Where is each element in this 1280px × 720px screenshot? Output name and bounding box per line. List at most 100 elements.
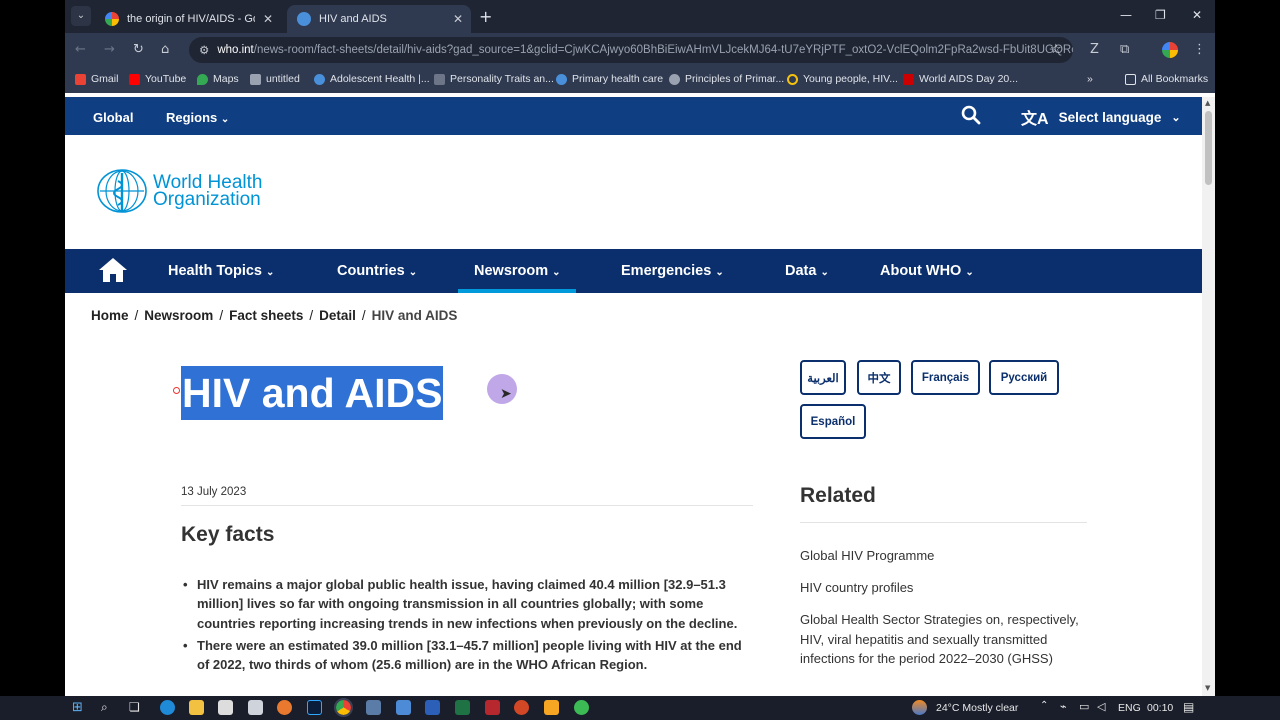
new-tab-plus-icon[interactable]: +: [479, 7, 492, 26]
chrome-icon[interactable]: [334, 698, 353, 717]
tray-chevron-up-icon[interactable]: ⌃: [1040, 700, 1048, 711]
breadcrumb-home[interactable]: Home: [91, 308, 129, 323]
store-icon[interactable]: [218, 700, 233, 715]
bookmark-adolescent-health[interactable]: Adolescent Health |...: [314, 73, 430, 85]
bookmark-untitled[interactable]: untitled: [250, 73, 300, 85]
notifications-icon[interactable]: ▤: [1183, 700, 1194, 714]
excel-icon[interactable]: [455, 700, 470, 715]
bookmark-youtube[interactable]: YouTube: [129, 73, 186, 85]
lang-russian-button[interactable]: Русский: [989, 360, 1059, 395]
chevron-down-icon: ⌄: [965, 267, 974, 278]
who-icon: [314, 73, 325, 85]
display-icon[interactable]: ▭: [1079, 700, 1089, 713]
app-green-icon[interactable]: [574, 700, 589, 715]
monitor-icon[interactable]: [396, 700, 411, 715]
bookmark-personality-traits[interactable]: Personality Traits an...: [434, 73, 554, 85]
all-bookmarks-folder[interactable]: All Bookmarks: [1125, 73, 1208, 85]
back-arrow-icon[interactable]: ←: [75, 42, 86, 57]
bookmark-gmail[interactable]: Gmail: [75, 73, 118, 85]
bookmarks-overflow-icon[interactable]: »: [1087, 73, 1093, 85]
nav-countries[interactable]: Countries ⌄: [337, 263, 417, 279]
selection-handle: [173, 387, 180, 394]
breadcrumb-fact-sheets[interactable]: Fact sheets: [229, 308, 303, 323]
page-scrollbar[interactable]: ▲ ▼: [1202, 97, 1215, 696]
who-logo[interactable]: World Health Organization: [95, 167, 262, 215]
nav-health-topics[interactable]: Health Topics ⌄: [168, 263, 274, 279]
search-app-icon[interactable]: [277, 700, 292, 715]
chevron-down-icon: ⌄: [408, 267, 418, 278]
nav-about-who[interactable]: About WHO ⌄: [880, 263, 974, 279]
lang-chinese-button[interactable]: 中文: [857, 360, 901, 395]
bookmark-world-aids-day[interactable]: World AIDS Day 20...: [903, 73, 1018, 85]
tab-title: the origin of HIV/AIDS - Google: [127, 13, 255, 25]
home-icon[interactable]: ⌂: [161, 42, 169, 57]
bookmark-primary-health-care[interactable]: Primary health care: [556, 73, 663, 85]
input-language[interactable]: ENG: [1118, 702, 1141, 714]
who-favicon-icon: [297, 12, 311, 26]
nav-data[interactable]: Data ⌄: [785, 263, 829, 279]
photoshop-icon[interactable]: [307, 700, 322, 715]
related-link[interactable]: HIV country profiles: [800, 578, 1080, 598]
breadcrumb-newsroom[interactable]: Newsroom: [144, 308, 213, 323]
nav-emergencies[interactable]: Emergencies ⌄: [621, 263, 724, 279]
bookmark-star-icon[interactable]: ☆: [1050, 42, 1062, 57]
related-link[interactable]: Global HIV Programme: [800, 546, 1080, 566]
chrome-menu-icon[interactable]: ⋮: [1193, 42, 1206, 57]
app-orange-icon[interactable]: [544, 700, 559, 715]
tab-title: HIV and AIDS: [319, 13, 387, 25]
search-icon[interactable]: [961, 105, 981, 130]
close-tab-icon[interactable]: ✕: [453, 12, 463, 26]
address-bar[interactable]: ⚙ who.int/news-room/fact-sheets/detail/h…: [189, 37, 1073, 63]
cursor-arrow-icon: ➤: [500, 386, 512, 402]
bookmark-young-people-hiv[interactable]: Young people, HIV...: [787, 73, 898, 85]
select-language-dropdown[interactable]: 文A Select language ⌄: [1021, 105, 1181, 129]
tab-strip: ⌄ the origin of HIV/AIDS - Google ✕ HIV …: [65, 0, 1215, 33]
app-icon[interactable]: [366, 700, 381, 715]
tab-search-chevron-icon[interactable]: ⌄: [71, 6, 91, 26]
lang-arabic-button[interactable]: العربية: [800, 360, 846, 395]
mail-icon[interactable]: [248, 700, 263, 715]
restore-icon[interactable]: ❐: [1155, 8, 1166, 22]
taskbar-search-icon[interactable]: ⌕: [101, 700, 108, 715]
lang-french-button[interactable]: Français: [911, 360, 980, 395]
close-window-icon[interactable]: ✕: [1192, 8, 1202, 22]
reload-icon[interactable]: ↻: [133, 42, 144, 57]
minimize-icon[interactable]: —: [1120, 8, 1132, 22]
task-view-icon[interactable]: ❏: [129, 700, 140, 714]
divider: [181, 505, 753, 506]
extension-z-icon[interactable]: Z: [1090, 42, 1099, 57]
breadcrumb-detail[interactable]: Detail: [319, 308, 356, 323]
mouse-cursor-highlight: ➤: [487, 374, 517, 404]
bookmark-principles-primary[interactable]: Principles of Primar...: [669, 73, 784, 85]
related-link[interactable]: Global Health Sector Strategies on, resp…: [800, 610, 1080, 669]
lang-spanish-button[interactable]: Español: [800, 404, 866, 439]
scroll-down-arrow-icon[interactable]: ▼: [1205, 684, 1210, 692]
volume-icon[interactable]: ◁: [1097, 700, 1105, 713]
scroll-up-arrow-icon[interactable]: ▲: [1205, 99, 1210, 107]
chevron-down-icon: ⌄: [266, 267, 275, 278]
extensions-puzzle-icon[interactable]: ⧉: [1120, 42, 1129, 57]
network-icon[interactable]: ⌁: [1060, 700, 1067, 713]
close-tab-icon[interactable]: ✕: [263, 12, 273, 26]
tab-google-search[interactable]: the origin of HIV/AIDS - Google ✕: [95, 5, 281, 33]
home-icon[interactable]: [98, 257, 128, 287]
scrollbar-thumb[interactable]: [1205, 111, 1212, 185]
file-explorer-icon[interactable]: [189, 700, 204, 715]
forward-arrow-icon[interactable]: →: [104, 42, 115, 57]
nav-newsroom[interactable]: Newsroom ⌄: [474, 263, 561, 279]
edge-icon[interactable]: [160, 700, 175, 715]
tab-hiv-aids[interactable]: HIV and AIDS ✕: [287, 5, 471, 33]
global-link[interactable]: Global: [93, 110, 133, 125]
site-info-icon[interactable]: ⚙: [199, 43, 209, 57]
access-icon[interactable]: [485, 700, 500, 715]
bookmark-maps[interactable]: Maps: [197, 73, 239, 85]
powerpoint-icon[interactable]: [514, 700, 529, 715]
chevron-down-icon: ⌄: [715, 267, 724, 278]
clock-time[interactable]: 00:10: [1147, 702, 1173, 714]
breadcrumb: Home / Newsroom / Fact sheets / Detail / HIV…: [91, 308, 458, 323]
word-icon[interactable]: [425, 700, 440, 715]
regions-dropdown[interactable]: Regions ⌄: [166, 110, 229, 125]
windows-start-icon[interactable]: ⊞: [72, 700, 83, 715]
profile-avatar-icon[interactable]: [1162, 42, 1178, 58]
weather-text[interactable]: 24°C Mostly clear: [936, 702, 1018, 714]
